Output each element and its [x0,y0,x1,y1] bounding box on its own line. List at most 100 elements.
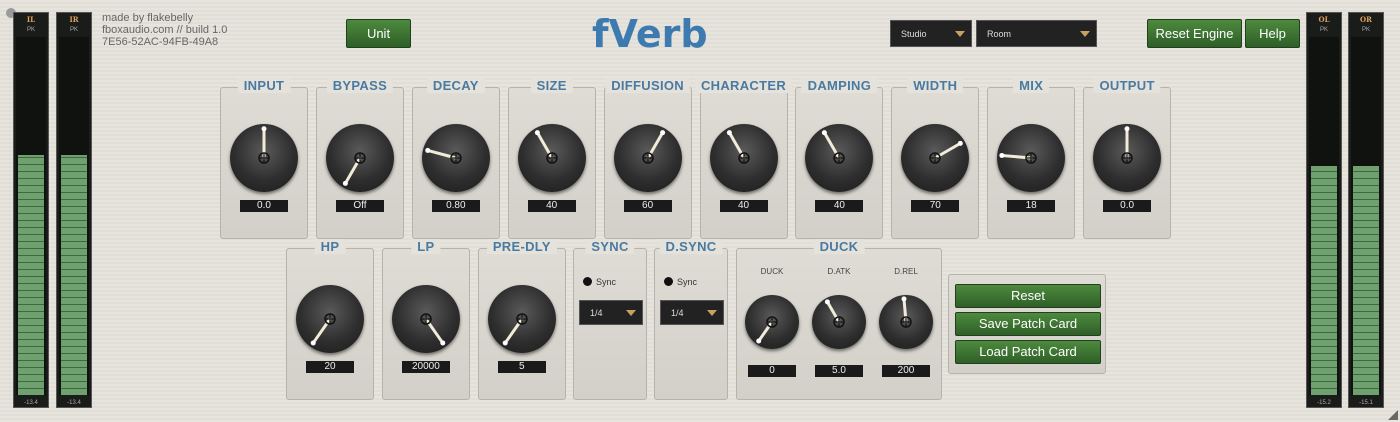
lp-label: LP [411,239,441,254]
mix-value[interactable]: 18 [1007,200,1056,212]
mix-knob[interactable] [997,124,1066,192]
dsync-toggle[interactable] [664,277,673,286]
decay-value[interactable]: 0.80 [431,200,480,212]
unit-button[interactable]: Unit [346,19,411,48]
dsync-division-value: 1/4 [671,307,684,318]
character-knob[interactable] [709,124,778,192]
output-knob[interactable] [1093,124,1162,192]
pre-dly-panel: PRE-DLY 5 [477,239,566,400]
meter-fill [1353,165,1379,395]
diffusion-value[interactable]: 60 [623,200,672,212]
patch-panel: Reset Save Patch Card Load Patch Card [948,274,1106,374]
build-info: made by flakebelly fboxaudio.com // buil… [102,12,227,48]
damping-value[interactable]: 40 [815,200,864,212]
bypass-knob[interactable] [325,124,394,192]
output-label: OUTPUT [1093,78,1161,93]
input-panel: INPUT 0.0 [220,78,308,239]
output-value[interactable]: 0.0 [1103,200,1152,212]
pre-dly-knob[interactable] [487,285,556,353]
width-value[interactable]: 70 [911,200,960,212]
width-panel: WIDTH 70 [891,78,980,239]
d-rel-knob[interactable] [879,295,933,349]
meter-peak-label: PK [26,27,35,33]
bypass-value[interactable]: Off [335,200,384,212]
dsync-toggle-label: Sync [677,277,698,287]
credit-line: made by flakebelly [102,12,194,24]
input-knob[interactable] [230,124,298,192]
size-knob[interactable] [517,124,586,192]
lp-knob[interactable] [391,285,460,353]
character-label: CHARACTER [694,78,793,93]
mix-label: MIX [1013,78,1050,93]
meter-value: -13.4 [67,400,81,406]
chevron-down-icon [626,309,636,316]
meter-value: -15.2 [1317,400,1331,406]
duck-label: DUCK [760,267,784,276]
meter-peak-label: PK [1319,27,1328,33]
decay-knob[interactable] [421,124,490,192]
save-patch-card-button[interactable]: Save Patch Card [955,312,1101,336]
damping-label: DAMPING [801,78,878,93]
pre-dly-value[interactable]: 5 [497,361,546,373]
decay-label: DECAY [426,78,485,93]
resize-grip-icon[interactable] [1388,410,1398,420]
character-panel: CHARACTER 40 [694,78,793,239]
size-panel: SIZE 40 [507,78,596,239]
meter-fill [18,155,44,395]
output-left-meter: OL PK -15.2 [1306,12,1342,408]
lp-value[interactable]: 20000 [401,361,450,373]
width-knob[interactable] [901,124,970,192]
pre-dly-label: PRE-DLY [486,239,557,254]
load-patch-card-button[interactable]: Load Patch Card [955,340,1101,364]
app-title: fVerb [592,12,708,56]
reset-button[interactable]: Reset [955,284,1101,308]
sync-toggle-label: Sync [596,277,617,287]
d-atk-value[interactable]: 5.0 [815,365,863,377]
output-right-meter: OR PK -15.1 [1348,12,1384,408]
type-select[interactable]: Studio [890,20,972,47]
site-line: fboxaudio.com // build 1.0 [102,24,228,36]
dsync-division-select[interactable]: 1/4 [660,300,724,325]
input-right-meter: IR PK -13.4 [56,12,92,408]
hp-knob[interactable] [296,285,364,353]
lp-panel: LP 20000 [381,239,470,400]
meter-peak-label: PK [1361,27,1370,33]
output-panel: OUTPUT 0.0 [1083,78,1172,239]
meter-fill [1311,165,1337,395]
type-select-value: Studio [901,28,927,39]
input-value[interactable]: 0.0 [240,200,288,212]
duck-knob[interactable] [745,295,799,349]
d-atk-knob[interactable] [812,295,866,349]
d-rel-value[interactable]: 200 [882,365,930,377]
damping-panel: DAMPING 40 [795,78,884,239]
id-line: 7E56-52AC-94FB-49A8 [102,36,219,48]
duck-label: DUCK [813,239,865,254]
meter-label: IL [26,15,36,24]
preset-select[interactable]: Room [976,20,1097,47]
help-button[interactable]: Help [1245,19,1300,48]
sync-division-select[interactable]: 1/4 [579,300,643,325]
duck-panel: DUCK DUCK 0 D.ATK 5.0 D.REL 200 [736,239,942,400]
d-atk-label: D.ATK [827,267,851,276]
size-value[interactable]: 40 [527,200,576,212]
preset-select-value: Room [987,28,1012,39]
meter-label: OL [1318,15,1330,24]
meter-fill [61,155,87,395]
character-value[interactable]: 40 [719,200,768,212]
chevron-down-icon [955,30,965,37]
diffusion-panel: DIFFUSION 60 [603,78,692,239]
meter-value: -13.4 [24,400,38,406]
d-rel-label: D.REL [894,267,918,276]
hp-panel: HP 20 [286,239,374,400]
diffusion-knob[interactable] [613,124,682,192]
diffusion-label: DIFFUSION [605,78,690,93]
decay-panel: DECAY 0.80 [411,78,500,239]
meter-label: OR [1360,15,1372,24]
sync-toggle[interactable] [583,277,592,286]
dsync-panel: D.SYNC Sync 1/4 [654,239,728,400]
damping-knob[interactable] [805,124,874,192]
hp-value[interactable]: 20 [306,361,354,373]
reset-engine-button[interactable]: Reset Engine [1147,19,1242,48]
bypass-panel: BYPASS Off [315,78,404,239]
duck-value[interactable]: 0 [748,365,796,377]
